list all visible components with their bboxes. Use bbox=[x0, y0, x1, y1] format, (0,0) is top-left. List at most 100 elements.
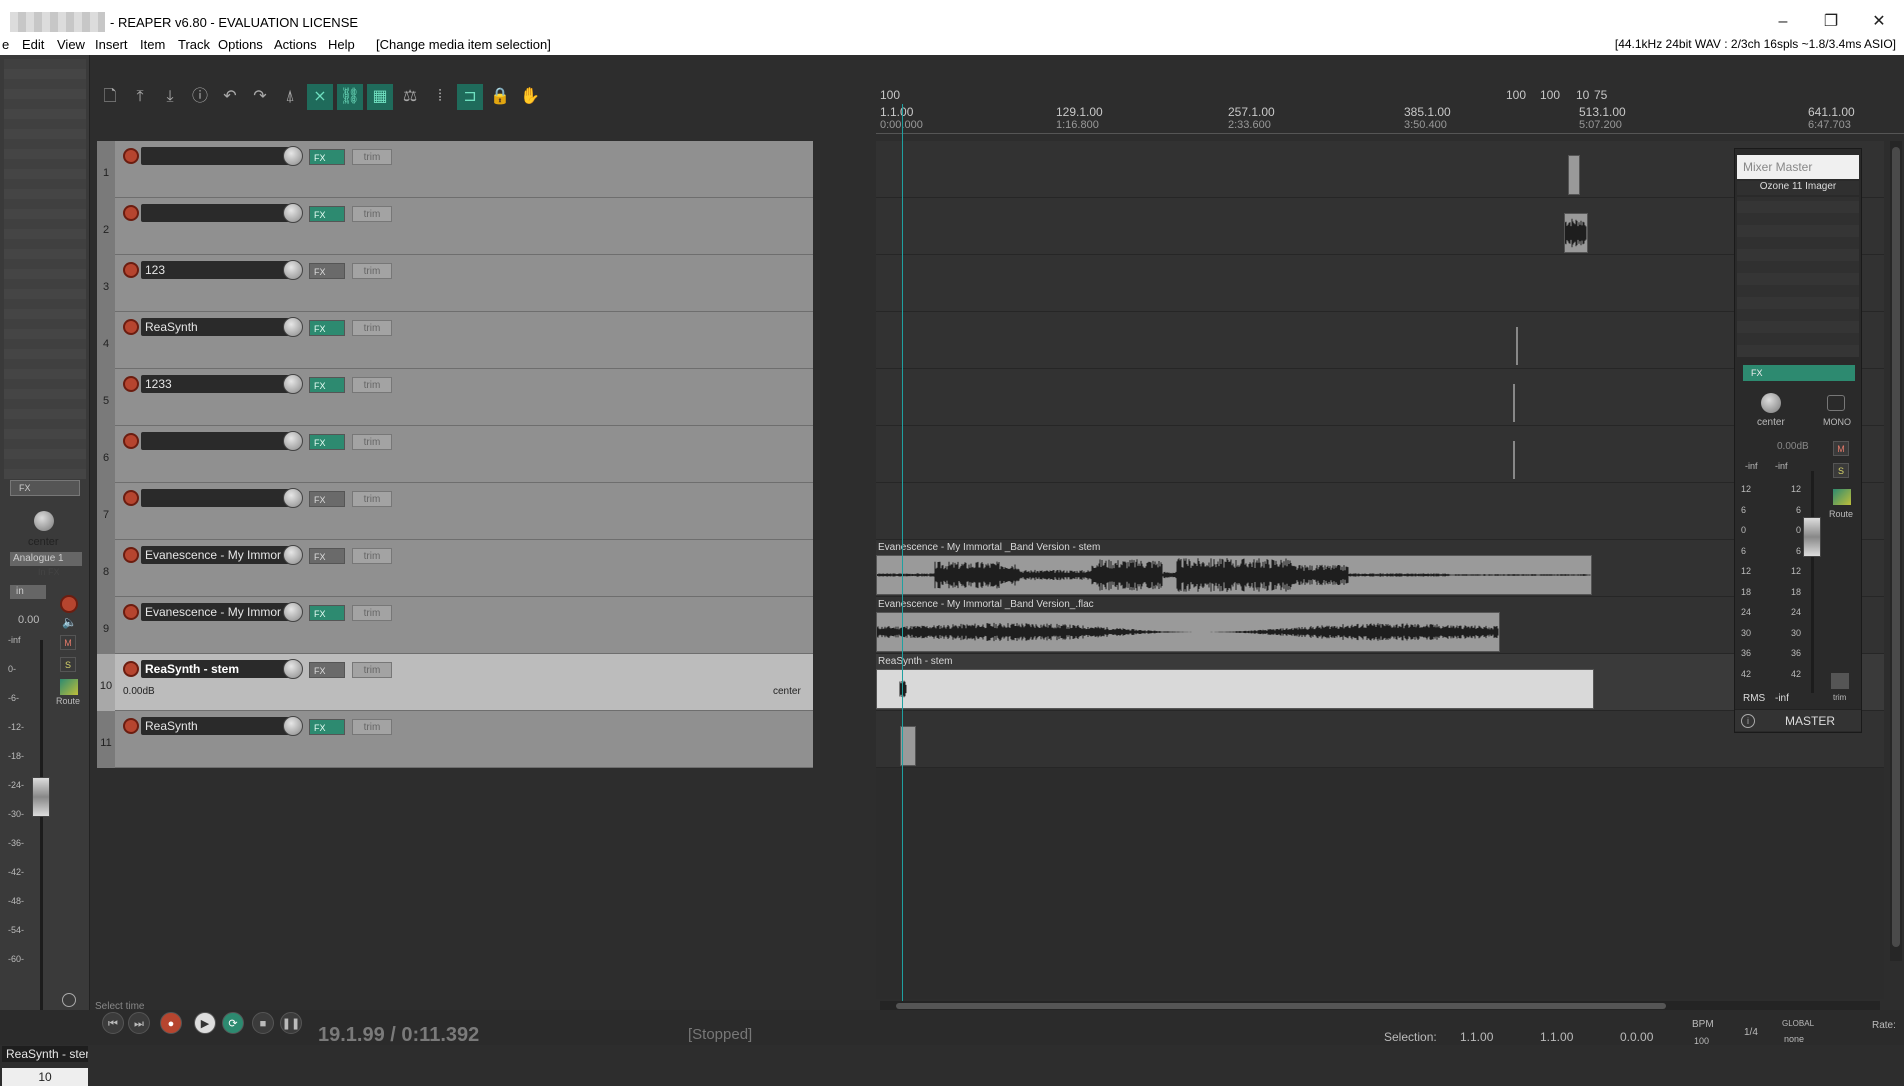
item-edge-marker[interactable] bbox=[1513, 384, 1515, 422]
metronome-icon[interactable]: ⍋ bbox=[277, 84, 303, 110]
track-header[interactable]: 11 ReaSynth FX trim bbox=[97, 711, 813, 768]
fx-button[interactable]: FX bbox=[309, 263, 345, 279]
volume-knob[interactable] bbox=[283, 146, 303, 166]
record-arm-button[interactable] bbox=[123, 262, 139, 278]
track-header[interactable]: 7 FX trim bbox=[97, 483, 813, 540]
fx-button[interactable]: FX bbox=[309, 491, 345, 507]
strip-fx-button[interactable]: FX bbox=[10, 480, 80, 496]
track-header[interactable]: 4 ReaSynth FX trim bbox=[97, 312, 813, 369]
track-header[interactable]: 2 FX trim bbox=[97, 198, 813, 255]
play-button[interactable]: ▶ bbox=[194, 1012, 216, 1034]
mono-icon[interactable] bbox=[1827, 395, 1845, 411]
pause-button[interactable]: ❚❚ bbox=[280, 1012, 302, 1034]
master-pan-knob[interactable] bbox=[1761, 393, 1781, 413]
media-item-selected[interactable] bbox=[876, 669, 1594, 709]
trim-button[interactable]: trim bbox=[352, 263, 392, 279]
selection-length[interactable]: 0.0.00 bbox=[1620, 1030, 1653, 1044]
track-name-field[interactable] bbox=[141, 432, 291, 450]
go-to-end-button[interactable]: ⏭ bbox=[128, 1012, 150, 1034]
track-name-field[interactable]: ReaSynth - stem bbox=[141, 660, 291, 678]
project-settings-icon[interactable]: ⓘ bbox=[187, 84, 213, 110]
track-header[interactable]: 9 Evanescence - My Immor FX trim bbox=[97, 597, 813, 654]
stop-button[interactable]: ■ bbox=[252, 1012, 274, 1034]
master-route-icon[interactable] bbox=[1833, 489, 1851, 505]
trim-button[interactable]: trim bbox=[352, 719, 392, 735]
strip-volume-fader[interactable] bbox=[32, 777, 50, 817]
trim-button[interactable]: trim bbox=[352, 377, 392, 393]
volume-knob[interactable] bbox=[283, 203, 303, 223]
redo-icon[interactable]: ↷ bbox=[247, 84, 273, 110]
pan-knob[interactable] bbox=[34, 511, 54, 531]
strip-track-name[interactable]: ReaSynth - ster bbox=[2, 1046, 88, 1062]
global-automation-label[interactable]: GLOBAL bbox=[1782, 1019, 1814, 1028]
trim-button[interactable]: trim bbox=[352, 149, 392, 165]
strip-record-arm-button[interactable] bbox=[60, 595, 78, 613]
master-fx-slot-name[interactable]: Ozone 11 Imager bbox=[1737, 181, 1859, 195]
record-arm-button[interactable] bbox=[123, 718, 139, 734]
master-trim-icon[interactable] bbox=[1831, 673, 1849, 689]
repeat-button[interactable]: ⟳ bbox=[222, 1012, 244, 1034]
strip-mute-button[interactable]: M bbox=[60, 635, 76, 650]
track-lane[interactable] bbox=[876, 369, 1884, 426]
track-header[interactable]: 1 FX trim bbox=[97, 141, 813, 198]
fx-button[interactable]: FX bbox=[309, 377, 345, 393]
input-select[interactable]: Analogue 1 bbox=[10, 552, 82, 566]
track-name-field[interactable] bbox=[141, 147, 291, 165]
record-arm-button[interactable] bbox=[123, 604, 139, 620]
track-name-field[interactable]: Evanescence - My Immor bbox=[141, 546, 291, 564]
master-fx-button[interactable]: FX bbox=[1743, 365, 1855, 381]
trim-button[interactable]: trim bbox=[352, 434, 392, 450]
record-arm-button[interactable] bbox=[123, 148, 139, 164]
strip-solo-button[interactable]: S bbox=[60, 657, 76, 672]
master-solo-button[interactable]: S bbox=[1833, 463, 1849, 478]
close-button[interactable]: ✕ bbox=[1864, 10, 1894, 34]
track-name-field[interactable]: Evanescence - My Immor bbox=[141, 603, 291, 621]
fx-button[interactable]: FX bbox=[309, 206, 345, 222]
fx-button[interactable]: FX bbox=[309, 548, 345, 564]
menu-insert[interactable]: Insert bbox=[95, 37, 128, 52]
master-volume-fader[interactable] bbox=[1803, 517, 1821, 557]
menu-actions[interactable]: Actions bbox=[274, 37, 317, 52]
track-header[interactable]: 10 ReaSynth - stem FX trim 0.00dB center bbox=[97, 654, 813, 711]
trim-button[interactable]: trim bbox=[352, 662, 392, 678]
time-signature[interactable]: 1/4 bbox=[1744, 1027, 1758, 1038]
trim-button[interactable]: trim bbox=[352, 605, 392, 621]
volume-knob[interactable] bbox=[283, 488, 303, 508]
volume-knob[interactable] bbox=[283, 659, 303, 679]
trim-button[interactable]: trim bbox=[352, 206, 392, 222]
ripple-edit-icon[interactable]: ⨯ bbox=[307, 84, 333, 110]
item-grouping-icon[interactable]: ⛓ bbox=[337, 84, 363, 110]
item-edge-marker[interactable] bbox=[1513, 441, 1515, 479]
envelope-points-icon[interactable]: ⚖ bbox=[397, 84, 423, 110]
vertical-scrollbar[interactable] bbox=[1890, 141, 1902, 961]
track-name-field[interactable]: 1233 bbox=[141, 375, 291, 393]
menu-item[interactable]: Item bbox=[140, 37, 165, 52]
undo-icon[interactable]: ↶ bbox=[217, 84, 243, 110]
restore-button[interactable]: ❐ bbox=[1816, 10, 1846, 34]
selection-end[interactable]: 1.1.00 bbox=[1540, 1030, 1573, 1044]
menu-help[interactable]: Help bbox=[328, 37, 355, 52]
info-icon[interactable]: i bbox=[1741, 714, 1755, 728]
track-lane[interactable] bbox=[876, 711, 1884, 768]
track-header[interactable]: 8 Evanescence - My Immor FX trim bbox=[97, 540, 813, 597]
volume-knob[interactable] bbox=[283, 374, 303, 394]
global-automation-mode[interactable]: none bbox=[1784, 1034, 1804, 1044]
audio-status[interactable]: [44.1kHz 24bit WAV : 2/3ch 16spls ~1.8/3… bbox=[1615, 37, 1896, 51]
fx-list-area[interactable] bbox=[4, 59, 86, 479]
track-header[interactable]: 5 1233 FX trim bbox=[97, 369, 813, 426]
open-project-icon[interactable]: ⤒ bbox=[127, 84, 153, 110]
track-name-field[interactable] bbox=[141, 204, 291, 222]
fx-button[interactable]: FX bbox=[309, 434, 345, 450]
input-mode-select[interactable]: in bbox=[10, 585, 46, 599]
track-lane[interactable] bbox=[876, 426, 1884, 483]
record-arm-button[interactable] bbox=[123, 433, 139, 449]
horizontal-scrollbar-thumb[interactable] bbox=[896, 1003, 1666, 1009]
master-header[interactable]: Mixer Master bbox=[1737, 155, 1859, 179]
fx-button[interactable]: FX bbox=[309, 605, 345, 621]
volume-knob[interactable] bbox=[283, 716, 303, 736]
track-lane[interactable] bbox=[876, 198, 1884, 255]
trim-button[interactable]: trim bbox=[352, 320, 392, 336]
volume-knob[interactable] bbox=[283, 545, 303, 565]
edit-cursor[interactable] bbox=[902, 104, 903, 1004]
media-item[interactable] bbox=[876, 612, 1500, 652]
